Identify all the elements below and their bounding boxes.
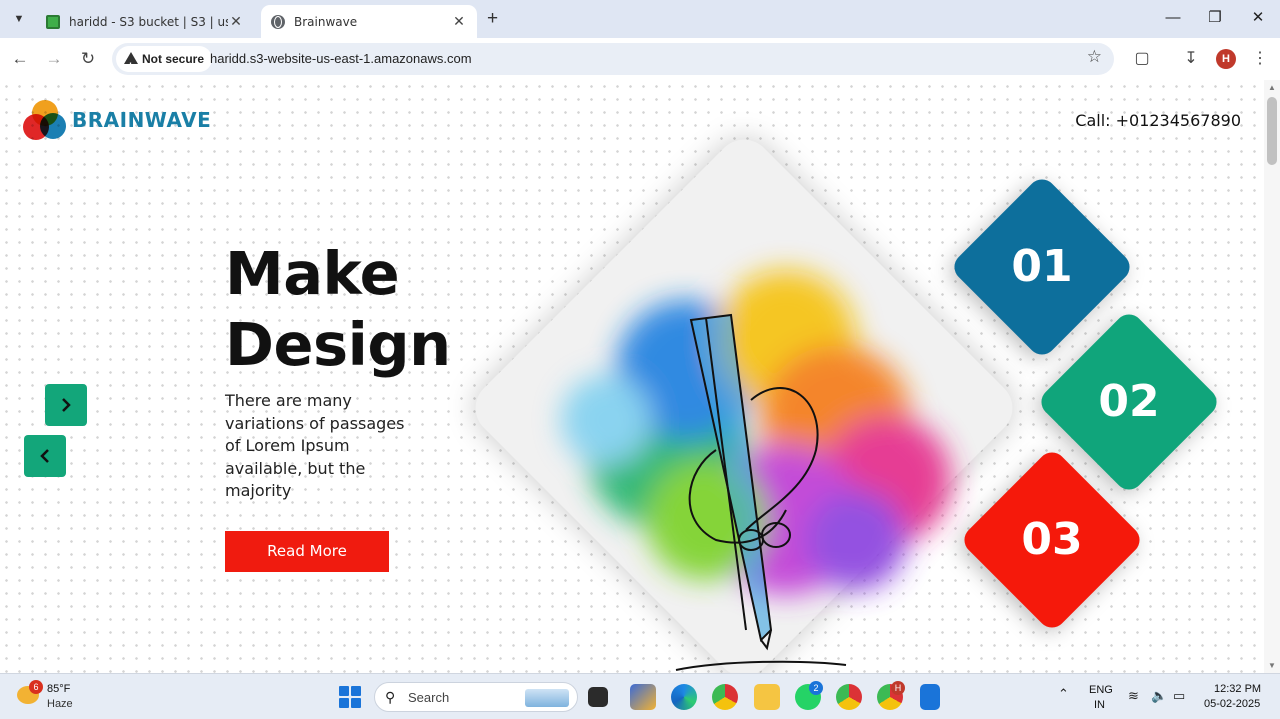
pencil-art-image <box>561 270 951 671</box>
search-label: Search <box>408 690 450 705</box>
hero-headline: Make Design <box>225 238 451 380</box>
read-more-button[interactable]: Read More <box>225 531 389 572</box>
profile-avatar[interactable]: H <box>1216 49 1236 69</box>
brainwave-logo-icon[interactable] <box>23 100 67 142</box>
hero-description: There are many variations of passages of… <box>225 391 405 500</box>
reload-icon[interactable]: ↻ <box>77 48 99 70</box>
new-tab-button[interactable]: + <box>487 9 498 29</box>
tab-s3-bucket[interactable]: haridd - S3 bucket | S3 | us-east-1 ✕ <box>36 5 254 38</box>
scroll-thumb[interactable] <box>1267 97 1277 165</box>
security-label: Not secure <box>142 52 205 66</box>
step-number: 03 <box>1021 514 1083 565</box>
clock-date[interactable]: 05-02-2025 <box>1204 698 1260 710</box>
bookmark-star-icon[interactable]: ☆ <box>1087 47 1102 67</box>
close-icon[interactable]: ✕ <box>451 14 467 30</box>
s3-favicon-icon <box>46 14 60 29</box>
search-icon: ⚲ <box>385 689 396 705</box>
url-text[interactable]: haridd.s3-website-us-east-1.amazonaws.co… <box>210 43 472 75</box>
store-icon[interactable] <box>630 684 656 710</box>
tab-search-button[interactable]: ▼ <box>8 8 30 30</box>
browser-toolbar: ← → ↻ Not secure haridd.s3-website-us-ea… <box>0 38 1280 80</box>
file-explorer-icon[interactable] <box>754 684 780 710</box>
edge-icon[interactable] <box>671 684 697 710</box>
minimize-icon[interactable]: — <box>1163 8 1183 28</box>
weather-badge: 6 <box>29 680 43 694</box>
tab-brainwave[interactable]: Brainwave ✕ <box>261 5 477 38</box>
wifi-icon[interactable]: ≋ <box>1128 688 1139 704</box>
language-label[interactable]: ENG <box>1089 684 1113 696</box>
chrome-profile-badge: H <box>891 681 905 695</box>
restore-icon[interactable]: ❐ <box>1205 8 1225 28</box>
call-number: Call: +01234567890 <box>1075 111 1241 130</box>
next-slide-button[interactable] <box>45 384 87 426</box>
tab-title: Brainwave <box>294 14 358 29</box>
volume-muted-icon[interactable]: 🔈 <box>1151 688 1167 704</box>
chevron-right-icon <box>62 398 71 412</box>
taskbar-search[interactable]: ⚲ Search <box>374 682 578 712</box>
warning-icon <box>124 52 138 79</box>
region-label[interactable]: IN <box>1094 699 1105 711</box>
weather-desc[interactable]: Haze <box>47 698 73 710</box>
page-scrollbar[interactable]: ▲ ▼ <box>1264 80 1280 673</box>
headline-line: Make <box>225 239 400 308</box>
tab-bar: ▼ haridd - S3 bucket | S3 | us-east-1 ✕ … <box>0 0 1280 38</box>
chevron-down-icon: ▼ <box>13 13 25 25</box>
address-bar[interactable]: Not secure haridd.s3-website-us-east-1.a… <box>112 43 1114 79</box>
weather-temp[interactable]: 85°F <box>47 683 70 695</box>
close-window-icon[interactable]: ✕ <box>1248 8 1268 28</box>
more-menu-icon[interactable]: ⋮ <box>1249 48 1271 70</box>
chrome-profile-icon[interactable] <box>836 684 862 710</box>
windows-start-icon[interactable] <box>339 686 361 708</box>
chrome-icon[interactable] <box>712 684 738 710</box>
close-icon[interactable]: ✕ <box>228 14 244 30</box>
scroll-up-icon[interactable]: ▲ <box>1268 83 1276 92</box>
prev-slide-button[interactable] <box>24 435 66 477</box>
extensions-icon[interactable]: ▢ <box>1131 48 1153 70</box>
brand-name[interactable]: BRAINWAVE <box>72 108 211 132</box>
windows-taskbar: 6 85°F Haze ⚲ Search 2 H ⌃ ENG IN ≋ 🔈 ▭ … <box>0 673 1280 719</box>
search-highlight-image <box>525 689 569 707</box>
security-chip[interactable]: Not secure <box>116 46 213 79</box>
web-page: BRAINWAVE Call: +01234567890 Make Design… <box>0 80 1264 673</box>
notepad-icon[interactable] <box>920 684 940 710</box>
task-view-icon[interactable] <box>588 687 608 707</box>
step-number: 02 <box>1098 376 1160 427</box>
battery-icon[interactable]: ▭ <box>1173 688 1185 704</box>
chevron-left-icon <box>40 449 49 463</box>
logo-circle <box>40 113 66 139</box>
scroll-down-icon[interactable]: ▼ <box>1268 661 1276 670</box>
step-number: 01 <box>1011 241 1073 292</box>
clock-time[interactable]: 12:32 PM <box>1214 683 1261 695</box>
chevron-up-icon[interactable]: ⌃ <box>1058 686 1069 702</box>
globe-icon <box>271 14 285 29</box>
tab-title: haridd - S3 bucket | S3 | us-east-1 <box>69 14 228 29</box>
whatsapp-badge: 2 <box>809 681 823 695</box>
download-icon[interactable]: ↧ <box>1180 48 1202 70</box>
headline-line: Design <box>225 310 451 379</box>
back-icon[interactable]: ← <box>9 48 31 70</box>
forward-icon[interactable]: → <box>43 48 65 70</box>
